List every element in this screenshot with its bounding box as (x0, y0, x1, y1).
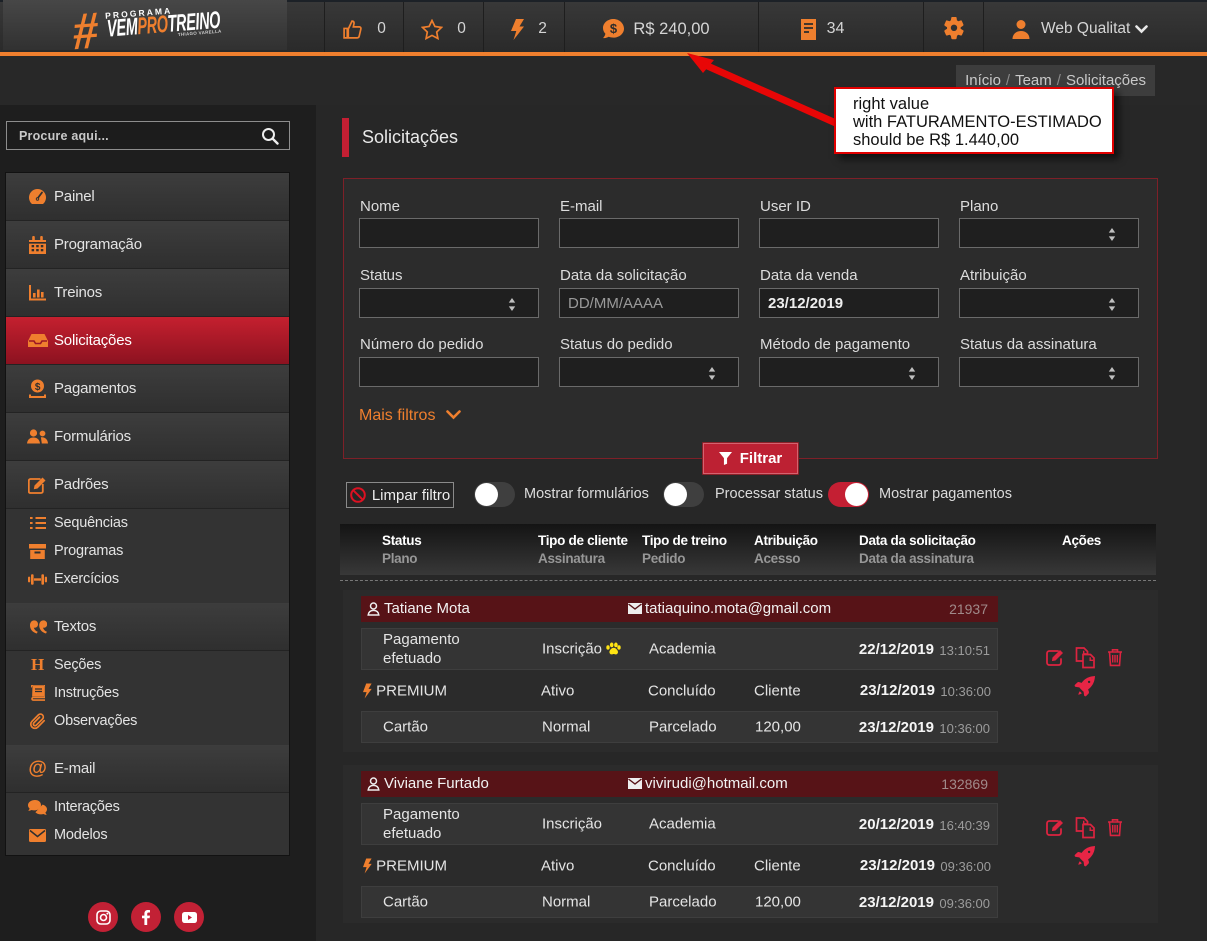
svg-text:$: $ (610, 21, 618, 36)
svg-text:$: $ (35, 382, 41, 393)
